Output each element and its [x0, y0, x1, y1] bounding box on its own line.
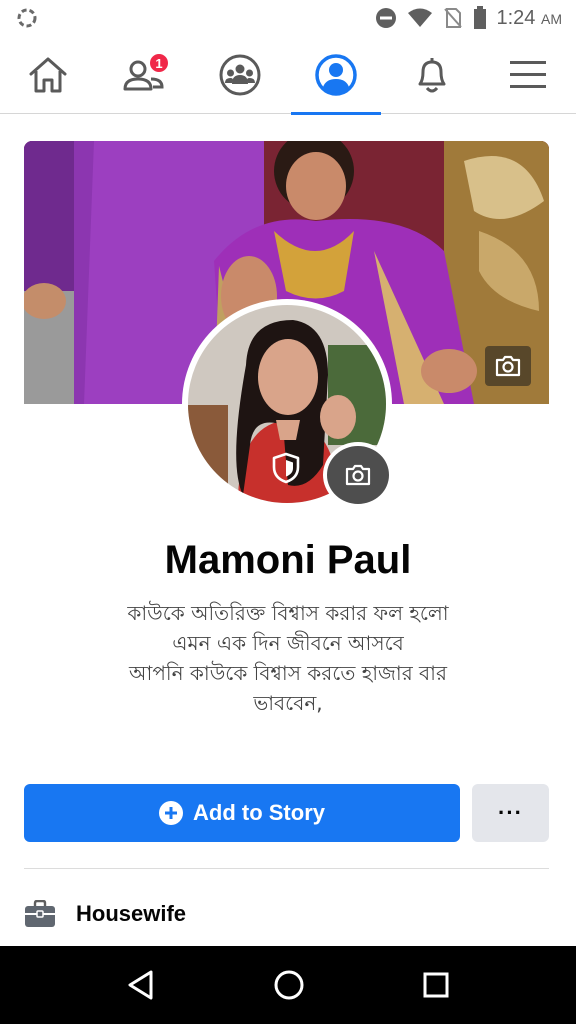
profile-bio: কাউকে অতিরিক্ত বিশ্বাস করার ফল হলো এমন এ… [60, 598, 516, 718]
wifi-icon [407, 8, 432, 27]
nav-menu[interactable] [480, 36, 576, 114]
sync-icon [17, 8, 37, 28]
friend-requests-badge: 1 [148, 52, 170, 74]
status-time: 1:24 AM [496, 6, 563, 29]
system-nav-bar [0, 946, 576, 1024]
battery-icon [473, 6, 486, 29]
edit-cover-photo-button[interactable] [485, 346, 531, 386]
bell-icon [418, 58, 446, 93]
home-icon [29, 57, 67, 93]
divider [24, 868, 549, 869]
bio-line: ভাববেন, [253, 691, 323, 715]
bio-line: আপনি কাউকে বিশ্বাস করতে হাজার বার [128, 661, 447, 685]
briefcase-icon [25, 900, 55, 927]
back-icon[interactable] [126, 969, 156, 1001]
profile-icon [315, 54, 357, 96]
status-icons: 1:24 AM [375, 4, 563, 32]
nav-home[interactable] [0, 36, 96, 114]
recents-icon[interactable] [422, 971, 450, 999]
top-nav: 1 [0, 36, 576, 115]
no-sim-icon [443, 8, 462, 28]
add-to-story-label: Add to Story [193, 800, 325, 825]
edit-profile-picture-button[interactable] [323, 442, 393, 508]
more-options-button[interactable]: ··· [472, 784, 549, 842]
bio-line: কাউকে অতিরিক্ত বিশ্বাস করার ফল হলো [127, 601, 449, 625]
nav-profile[interactable] [288, 36, 384, 115]
camera-icon [345, 464, 371, 486]
home-circle-icon[interactable] [273, 969, 305, 1001]
nav-notifications[interactable] [384, 36, 480, 114]
groups-icon [219, 54, 261, 96]
status-bar: 1:24 AM [0, 0, 576, 36]
work-detail: Housewife [24, 896, 186, 932]
bio-line: এমন এক দিন জীবনে আসবে [172, 631, 404, 655]
nav-friends[interactable]: 1 [96, 36, 192, 114]
do-not-disturb-icon [375, 8, 396, 28]
more-options-icon: ··· [498, 800, 523, 825]
add-to-story-button[interactable]: Add to Story [24, 784, 460, 842]
camera-icon [495, 355, 521, 377]
nav-groups[interactable] [192, 36, 288, 114]
hamburger-menu-icon [510, 61, 546, 88]
work-text: Housewife [76, 901, 187, 926]
profile-guard-shield-icon [272, 452, 300, 484]
plus-icon [159, 801, 183, 825]
profile-name: Mamoni Paul [164, 538, 412, 582]
